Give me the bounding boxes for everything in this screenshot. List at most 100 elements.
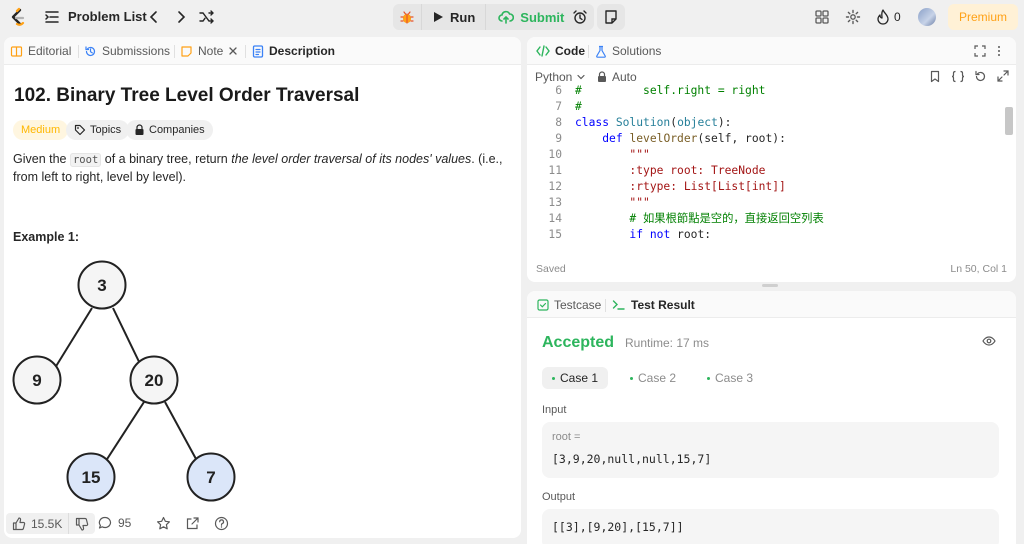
timer-button[interactable]	[566, 4, 594, 30]
like-button[interactable]: 15.5K	[6, 517, 68, 531]
inline-code-root: root	[69, 153, 102, 167]
avatar[interactable]	[918, 8, 936, 26]
code-editor[interactable]: 6 # self.right = right 7 # 8 class Solution…	[527, 85, 1016, 247]
code-text: """	[575, 196, 650, 209]
output-box[interactable]: [[3],[9,20],[15,7]]	[542, 509, 999, 544]
case-label: Case 2	[638, 371, 677, 385]
thumbs-up-icon	[12, 516, 26, 530]
tab-code[interactable]: Code	[536, 37, 585, 65]
share-icon[interactable]	[185, 516, 200, 531]
braces-icon[interactable]	[951, 70, 965, 83]
run-button[interactable]: Run	[421, 4, 485, 30]
book-icon	[10, 45, 23, 57]
cursor-position: Ln 50, Col 1	[950, 263, 1007, 275]
tree-node: 9	[12, 355, 62, 405]
expand-icon[interactable]	[974, 45, 986, 57]
help-icon[interactable]	[214, 516, 229, 531]
editor-scroll-thumb[interactable]	[1005, 107, 1013, 135]
eye-icon[interactable]	[982, 335, 996, 347]
shuffle-icon[interactable]	[198, 9, 216, 25]
debug-button[interactable]	[393, 4, 421, 30]
checkbox-icon	[537, 299, 549, 311]
lock-icon	[598, 71, 606, 82]
fullscreen-icon[interactable]	[997, 70, 1009, 82]
streak-counter[interactable]: 0	[876, 9, 901, 25]
bookmark-icon[interactable]	[929, 70, 941, 83]
tab-test-result-label: Test Result	[631, 298, 695, 312]
chevron-left-icon[interactable]	[146, 9, 162, 25]
line-number: 6	[555, 85, 562, 97]
reset-icon[interactable]	[974, 70, 987, 83]
line-number: 10	[548, 148, 562, 161]
tag-icon	[74, 124, 86, 136]
run-submit-group: Run Submit	[393, 4, 577, 30]
input-variable: root =	[552, 431, 581, 443]
comments-button[interactable]: 95	[98, 516, 131, 530]
tab-test-result[interactable]: Test Result	[612, 291, 695, 319]
description-footer: 15.5K 95	[4, 510, 521, 538]
more-options-icon[interactable]	[997, 45, 1001, 57]
topics-chip[interactable]: Topics	[66, 120, 130, 140]
note-icon	[605, 10, 617, 24]
star-icon[interactable]	[156, 516, 171, 531]
line-number: 9	[555, 132, 562, 145]
chevron-right-icon[interactable]	[173, 9, 189, 25]
gear-icon[interactable]	[845, 9, 861, 25]
code-text: :rtype: List[List[int]]	[575, 180, 786, 193]
tab-divider	[245, 45, 246, 58]
test-tab-bar: Testcase Test Result	[527, 291, 1016, 318]
play-icon	[434, 12, 443, 22]
tab-description-label: Description	[269, 44, 336, 58]
output-value: [[3],[9,20],[15,7]]	[552, 520, 684, 534]
tab-note[interactable]: Note	[180, 37, 238, 65]
pass-dot	[552, 376, 555, 380]
problem-title[interactable]: 102. Binary Tree Level Order Traversal	[14, 85, 359, 107]
case-tab-3[interactable]: Case 3	[697, 367, 763, 389]
tab-description[interactable]: Description	[252, 37, 335, 65]
comment-count: 95	[118, 516, 132, 530]
premium-button[interactable]: Premium	[948, 4, 1018, 30]
runtime-text: Runtime: 17 ms	[625, 336, 710, 350]
pass-dot	[707, 376, 710, 380]
language-label: Python	[535, 70, 573, 84]
dislike-button[interactable]	[68, 513, 95, 534]
problem-list-link[interactable]: Problem List	[68, 9, 147, 24]
tab-solutions[interactable]: Solutions	[595, 37, 661, 65]
code-text: # 如果根節點是空的，直接返回空列表	[575, 212, 824, 225]
desc-text: Given the	[13, 152, 70, 166]
svg-text:3: 3	[97, 276, 106, 295]
submit-label: Submit	[520, 9, 565, 25]
auto-mode-toggle[interactable]: Auto	[597, 70, 637, 84]
case-tab-1[interactable]: Case 1	[542, 367, 609, 389]
tab-divider	[588, 45, 589, 58]
code-tab-bar: Code Solutions	[527, 37, 1016, 65]
line-number: 13	[548, 196, 562, 209]
streak-count: 0	[894, 10, 901, 24]
top-bar: Problem List Run Submit 0 Premium	[0, 0, 1024, 34]
code-icon	[536, 45, 550, 57]
tab-submissions[interactable]: Submissions	[84, 37, 170, 65]
companies-chip[interactable]: Companies	[126, 120, 213, 140]
chevron-down-icon	[577, 74, 585, 80]
line-number: 8	[555, 116, 562, 129]
panel-resize-handle[interactable]	[762, 284, 778, 287]
problem-description: Given the root of a binary tree, return …	[13, 151, 508, 186]
language-select[interactable]: Python	[535, 70, 586, 84]
description-panel: Editorial Submissions Note Description 1…	[4, 37, 521, 538]
tab-editorial[interactable]: Editorial	[10, 37, 71, 65]
test-panel: Testcase Test Result Accepted Runtime: 1…	[527, 291, 1016, 544]
problem-list-icon[interactable]	[44, 9, 60, 25]
case-tab-2[interactable]: Case 2	[620, 367, 686, 389]
line-number: 14	[548, 212, 562, 225]
line-number: 7	[555, 100, 562, 113]
layout-icon[interactable]	[814, 9, 830, 25]
submit-button[interactable]: Submit	[485, 4, 576, 30]
note-button[interactable]	[597, 4, 625, 30]
case-label: Case 3	[715, 371, 754, 385]
svg-text:15: 15	[82, 468, 101, 487]
input-value: [3,9,20,null,null,15,7]	[552, 452, 712, 466]
leetcode-logo-icon[interactable]	[8, 7, 26, 27]
tab-testcase[interactable]: Testcase	[537, 291, 601, 319]
line-number: 15	[548, 228, 562, 241]
input-box[interactable]: root = [3,9,20,null,null,15,7]	[542, 422, 999, 478]
